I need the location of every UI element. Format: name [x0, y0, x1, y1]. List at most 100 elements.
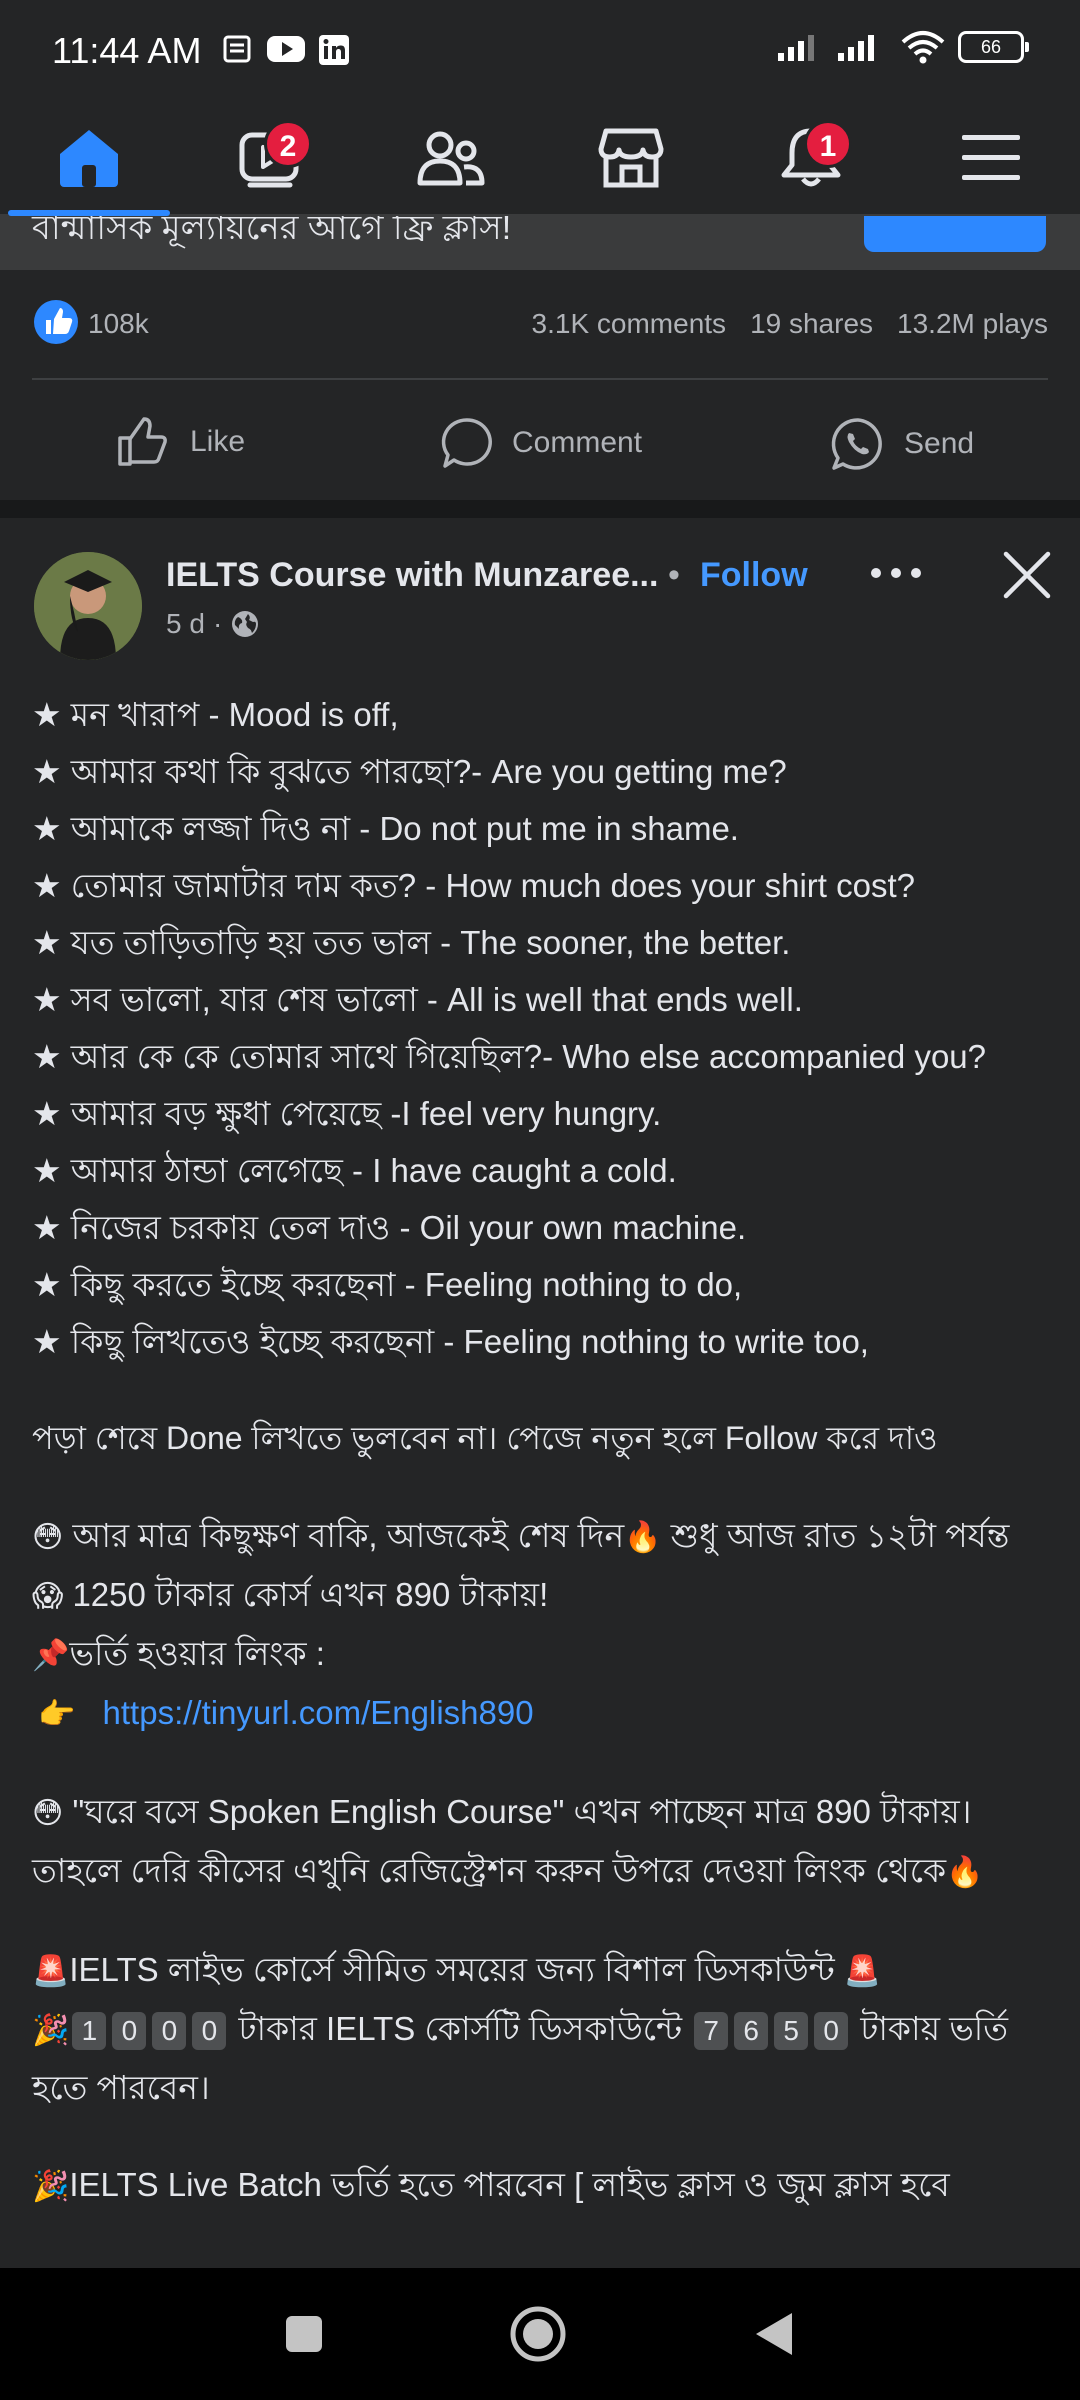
recents-icon	[286, 2316, 322, 2352]
previous-post-caption: বান্মাসিক মূল্যায়নের আগে ফ্রি ক্লাস!	[0, 216, 1080, 270]
keycap-digit: 0	[152, 2012, 187, 2051]
offer-paragraph: 😳 আর মাত্র কিছুক্ষণ বাকি, আজকেই শেষ দিন🔥…	[32, 1507, 1048, 1625]
keycap-digit: 1	[72, 2012, 107, 2051]
party-popper-icon: 🎉	[32, 2170, 70, 2203]
author-avatar[interactable]	[34, 552, 142, 660]
phrase-line: ★ আমার ঠান্ডা লেগেছে - I have caught a c…	[32, 1152, 677, 1189]
keycap-digit: 0	[112, 2012, 147, 2051]
reactions-count[interactable]: 108k	[88, 308, 149, 340]
home-button[interactable]	[502, 2298, 574, 2370]
like-button[interactable]: Like	[116, 416, 245, 468]
tab-marketplace[interactable]	[586, 120, 676, 196]
price-mid-text: টাকার IELTS কোর্সটি ডিসকাউন্টে	[238, 2010, 683, 2047]
hide-post-button[interactable]	[1000, 548, 1054, 602]
keycap-digit: 5	[774, 2012, 809, 2051]
comments-count[interactable]: 3.1K comments	[532, 308, 727, 340]
menu-icon	[962, 135, 1020, 180]
home-icon	[60, 130, 118, 187]
phrase-line: ★ আমাকে লজ্জা দিও না - Do not put me in …	[32, 810, 739, 847]
phrase-line: ★ আমার কথা কি বুঝতে পারছো?- Are you gett…	[32, 753, 787, 790]
phrase-line: ★ নিজের চরকায় তেল দাও - Oil your own ma…	[32, 1209, 747, 1246]
close-icon	[1003, 551, 1051, 599]
keycap-digit: 6	[734, 2012, 769, 2051]
post-time[interactable]: 5 d	[166, 608, 205, 640]
author-follow-separator: •	[668, 556, 680, 594]
comment-button[interactable]: Comment	[440, 416, 642, 470]
notifications-badge: 1	[804, 120, 852, 168]
status-time: 11:44 AM	[52, 30, 202, 71]
tab-home[interactable]	[44, 120, 134, 196]
friends-icon	[417, 131, 485, 186]
feed-separator	[0, 500, 1080, 518]
send-button[interactable]: Send	[830, 416, 974, 472]
course-link[interactable]: https://tinyurl.com/English890	[103, 1694, 534, 1731]
phrase-line: ★ আর কে কে তোমার সাথে গিয়েছিল?- Who els…	[32, 1038, 987, 1075]
fire-icon: 🔥	[946, 1856, 984, 1889]
globe-icon	[232, 611, 259, 637]
admission-link-label: ভর্তি হওয়ার লিংক :	[69, 1635, 325, 1672]
battery-level: 66	[980, 37, 1002, 57]
back-button[interactable]	[738, 2298, 810, 2370]
phrase-line: ★ আমার বড় ক্ষুধা পেয়েছে -I feel very h…	[32, 1095, 662, 1132]
marketplace-icon	[598, 128, 664, 188]
link-line: 👉 https://tinyurl.com/English890	[32, 1684, 1056, 1743]
offer-line-2: শুধু আজ রাত ১২টা পর্যন্ত	[670, 1517, 1010, 1554]
phrase-line: ★ সব ভালো, যার শেষ ভালো - All is well th…	[32, 981, 803, 1018]
tab-friends[interactable]	[406, 120, 496, 196]
thumbs-up-icon	[118, 417, 167, 466]
offer-line-3: 1250 টাকার কোর্স এখন 890 টাকায়!	[72, 1576, 549, 1613]
astonished-face-icon: 😳	[32, 1797, 64, 1830]
video-badge: 2	[264, 120, 312, 168]
post-stats: 108k 3.1K comments 19 shares 13.2M plays	[32, 270, 1048, 380]
like-label: Like	[190, 425, 246, 458]
comment-label: Comment	[512, 426, 643, 459]
tab-video[interactable]: 2	[226, 120, 316, 196]
battery-icon: 66	[958, 31, 1029, 63]
shares-count[interactable]: 19 shares	[750, 308, 873, 340]
admission-link-label-line: 📌ভর্তি হওয়ার লিংক :	[32, 1625, 1056, 1684]
batch-text: IELTS Live Batch ভর্তি হতে পারবেন [ লাইভ…	[69, 2166, 950, 2203]
rotating-light-icon: 🚨	[32, 1955, 70, 1988]
spoken-english-line: "ঘরে বসে Spoken English Course" এখন পাচ্…	[32, 1793, 972, 1889]
keycap-digit: 0	[192, 2012, 227, 2051]
price-paragraph: 🎉 1 0 0 0 টাকার IELTS কোর্সটি ডিসকাউন্টে 765…	[32, 2000, 1048, 2116]
like-reaction-icon	[34, 300, 78, 344]
plays-count: 13.2M plays	[897, 308, 1048, 339]
status-bar: 11:44 AM 66	[0, 0, 1080, 100]
phrase-line: ★ কিছু লিখতেও ইচ্ছে করছেনা - Feeling not…	[32, 1323, 869, 1360]
post-options-button[interactable]	[868, 548, 924, 593]
rotating-light-icon: 🚨	[843, 1955, 882, 1988]
comment-icon	[441, 418, 492, 468]
post-actions: Like Comment Send	[0, 380, 1080, 500]
recents-button[interactable]	[268, 2298, 340, 2370]
meta-separator: ·	[212, 608, 223, 639]
home-circle-icon	[510, 2306, 566, 2362]
phrase-line: ★ তোমার জামাটার দাম কত? - How much does …	[32, 867, 915, 904]
system-navigation-bar	[0, 2268, 1080, 2400]
spoken-english-paragraph: 😳 "ঘরে বসে Spoken English Course" এখন পা…	[32, 1783, 1048, 1901]
phrase-line: ★ কিছু করতে ইচ্ছে করছেনা - Feeling nothi…	[32, 1266, 743, 1303]
follow-button[interactable]: Follow	[700, 556, 808, 595]
post-author-name[interactable]: IELTS Course with Munzaree...	[166, 556, 658, 595]
linkedin-icon	[319, 35, 349, 65]
post-body: ★ মন খারাপ - Mood is off, ★ আমার কথা কি …	[32, 686, 1056, 2215]
post-meta: 5 d ·	[166, 608, 260, 640]
tab-notifications[interactable]: 1	[766, 120, 856, 196]
previous-post-cta-button[interactable]	[864, 216, 1046, 252]
signal-icon	[838, 35, 874, 61]
phrase-line: ★ যত তাড়িতাড়ি হয় তত ভাল - The sooner,…	[32, 924, 791, 961]
youtube-icon	[267, 36, 305, 62]
more-icon	[871, 568, 921, 578]
done-reminder-line: পড়া শেষে Done লিখতে ভুলবেন না। পেজে নতু…	[32, 1420, 938, 1456]
signal-icon	[778, 35, 814, 61]
pushpin-icon: 📌	[32, 1639, 70, 1672]
party-popper-icon: 🎉	[32, 2014, 70, 2047]
pointing-hand-icon: 👉	[38, 1698, 76, 1731]
keycap-digit: 0	[814, 2012, 849, 2051]
tab-menu[interactable]	[946, 120, 1036, 196]
keycap-digit: 7	[694, 2012, 729, 2051]
ielts-live-line: 🚨IELTS লাইভ কোর্সে সীমিত সময়ের জন্য বিশ…	[32, 1941, 1056, 2000]
fire-icon: 🔥	[624, 1521, 662, 1554]
